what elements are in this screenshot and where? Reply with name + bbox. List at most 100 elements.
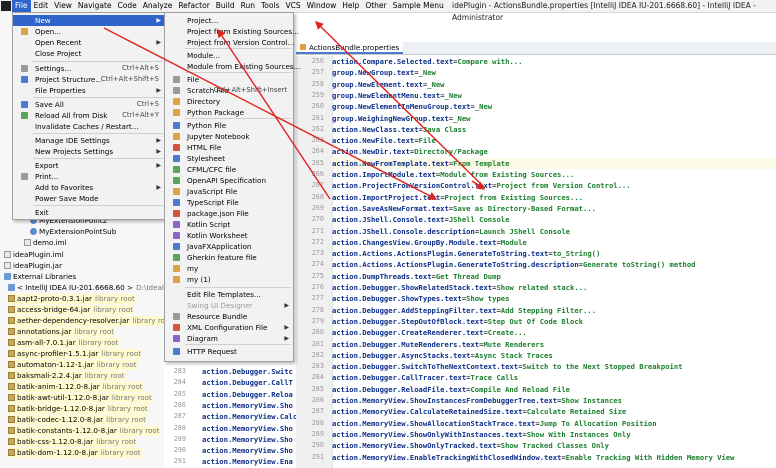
menu-item-python-package[interactable]: Python Package bbox=[165, 107, 293, 118]
tree-item[interactable]: ideaPlugin.jar bbox=[4, 261, 65, 271]
menu-item-typescript-file[interactable]: TypeScript File bbox=[165, 197, 293, 208]
tree-item[interactable]: baksmali-2.2.4.jar library root bbox=[8, 371, 125, 381]
code-line[interactable]: action.Compare.Selected.text=Compare wit… bbox=[332, 56, 776, 67]
menu-item-power-save-mode[interactable]: Power Save Mode bbox=[13, 193, 165, 204]
menu-item-openapi-specification[interactable]: OpenAPI Specification bbox=[165, 175, 293, 186]
code-line[interactable]: action.NewFromTemplate.text=From Templat… bbox=[332, 157, 776, 169]
code-line[interactable]: action.Debugger.Reloa bbox=[202, 389, 296, 400]
menu-item-reload-all-from-disk[interactable]: Reload All from Disk Ctrl+Alt+Y bbox=[13, 110, 165, 121]
menu-edit[interactable]: Edit bbox=[31, 0, 52, 12]
tree-item[interactable]: batik-css-1.12.0-8.jar library root bbox=[8, 437, 137, 447]
tree-item[interactable]: automaton-1.12-1.jar library root bbox=[8, 360, 137, 370]
code-line[interactable]: group.WeighingNewGroup.text=_New bbox=[332, 113, 776, 124]
tree-item[interactable]: asm-all-7.0.1.jar library root bbox=[8, 338, 119, 348]
menu-other[interactable]: Other bbox=[362, 0, 389, 12]
menu-refactor[interactable]: Refactor bbox=[175, 0, 212, 12]
menu-item-directory[interactable]: Directory bbox=[165, 96, 293, 107]
menu-item-kotlin-script[interactable]: Kotlin Script bbox=[165, 219, 293, 230]
tree-item[interactable]: aapt2-proto-0.3.1.jar library root bbox=[8, 294, 135, 304]
code-line[interactable]: group.NewElementInMenuGroup.text=_New bbox=[332, 101, 776, 112]
code-line[interactable]: group.NewElement.text=_New bbox=[332, 79, 776, 90]
menu-item-open[interactable]: Open... bbox=[13, 26, 165, 37]
code-line[interactable]: action.ImportProject.text=Project from E… bbox=[332, 192, 776, 203]
code-line[interactable]: action.ChangesView.GroupBy.Module.text=M… bbox=[332, 237, 776, 248]
menu-item-project-from-version-control[interactable]: Project from Version Control... bbox=[165, 37, 294, 48]
menu-build[interactable]: Build bbox=[213, 0, 238, 12]
menu-item-module-from-existing-sources[interactable]: Module from Existing Sources... bbox=[165, 61, 300, 72]
code-line[interactable]: action.Debugger.CallT bbox=[202, 377, 296, 388]
code-line[interactable]: action.Debugger.ShowTypes.text=Show type… bbox=[332, 293, 776, 304]
code-line[interactable]: action.JShell.Console.description=Launch… bbox=[332, 226, 776, 237]
menu-item-new-projects-settings[interactable]: New Projects Settings ▶ bbox=[13, 146, 165, 157]
menu-item-project-from-existing-sources[interactable]: Project from Existing Sources... bbox=[165, 26, 299, 37]
menu-item-javascript-file[interactable]: JavaScript File bbox=[165, 186, 293, 197]
tree-item[interactable]: < IntelliJ IDEA IU-201.6668.60 > D:\IdeaI… bbox=[8, 283, 164, 293]
menu-item-module[interactable]: Module... bbox=[165, 50, 293, 61]
code-line[interactable]: action.MemoryView.Sho bbox=[202, 400, 296, 411]
menu-item-print[interactable]: Print... bbox=[13, 171, 165, 182]
menu-item-my[interactable]: my bbox=[165, 263, 293, 274]
menu-help[interactable]: Help bbox=[339, 0, 362, 12]
menu-item-gherkin-feature-file[interactable]: Gherkin feature file bbox=[165, 252, 293, 263]
menu-item-swing-ui-designer[interactable]: Swing UI Designer ▶ bbox=[165, 300, 293, 311]
code-line[interactable]: action.Debugger.AddSteppingFilter.text=A… bbox=[332, 305, 776, 316]
menu-item-edit-file-templates[interactable]: Edit File Templates... bbox=[165, 289, 293, 300]
tree-item[interactable]: aether-dependency-resolver.jar library ro… bbox=[8, 316, 164, 326]
menu-window[interactable]: Window bbox=[304, 0, 340, 12]
menu-tools[interactable]: Tools bbox=[258, 0, 282, 12]
menu-item-project-structure[interactable]: Project Structure... Ctrl+Alt+Shift+S bbox=[13, 74, 165, 85]
menu-item-stylesheet[interactable]: Stylesheet bbox=[165, 153, 293, 164]
code-line[interactable]: group.NewElementMenu.text=_New bbox=[332, 90, 776, 101]
tree-item[interactable]: batik-codec-1.12.0-8.jar library root bbox=[8, 415, 146, 425]
code-line[interactable]: action.ImportModule.text=Module from Exi… bbox=[332, 169, 776, 180]
menu-item-file-properties[interactable]: File Properties ▶ bbox=[13, 85, 165, 96]
code-line[interactable]: action.MemoryView.Calcula bbox=[202, 411, 296, 422]
menu-item-http-request[interactable]: HTTP Request bbox=[165, 346, 293, 357]
code-line[interactable]: action.Debugger.MuteRenderers.text=Mute … bbox=[332, 339, 776, 350]
menu-item-open-recent[interactable]: Open Recent ▶ bbox=[13, 37, 165, 48]
code-line[interactable]: action.Debugger.Switc bbox=[202, 366, 296, 377]
code-line[interactable]: action.MemoryView.ShowAllocationStackTra… bbox=[332, 418, 776, 429]
code-line[interactable]: action.Debugger.ReloadFile.text=Compile … bbox=[332, 384, 776, 395]
code-line[interactable]: action.SaveAsNewFormat.text=Save as Dire… bbox=[332, 203, 776, 214]
menu-view[interactable]: View bbox=[51, 0, 75, 12]
menu-item-close-project[interactable]: Close Project bbox=[13, 48, 165, 59]
menu-item-cfml-cfc-file[interactable]: CFML/CFC file bbox=[165, 164, 293, 175]
tree-item[interactable]: batik-bridge-1.12.0-8.jar library root bbox=[8, 404, 148, 414]
menu-item-export[interactable]: Export ▶ bbox=[13, 160, 165, 171]
code-line[interactable]: action.Actions.ActionsPlugin.GenerateToS… bbox=[332, 248, 776, 259]
code-line[interactable]: action.MemoryView.ShowOnlyWithInstances.… bbox=[332, 429, 776, 440]
menu-item-jupyter-notebook[interactable]: Jupyter Notebook bbox=[165, 131, 293, 142]
menu-item-exit[interactable]: Exit bbox=[13, 207, 165, 218]
code-editor[interactable]: action.Compare.Selected.text=Compare wit… bbox=[332, 56, 776, 468]
tree-item[interactable]: batik-awt-util-1.12.0-8.jar library root bbox=[8, 393, 152, 403]
menu-run[interactable]: Run bbox=[238, 0, 258, 12]
menu-sample-menu[interactable]: Sample Menu bbox=[390, 0, 447, 12]
menu-item-kotlin-worksheet[interactable]: Kotlin Worksheet bbox=[165, 230, 293, 241]
menu-item-python-file[interactable]: Python File bbox=[165, 120, 293, 131]
code-line[interactable]: action.Debugger.AsyncStacks.text=Async S… bbox=[332, 350, 776, 361]
menu-code[interactable]: Code bbox=[115, 0, 140, 12]
code-line[interactable]: action.MemoryView.EnableTrackingWithClos… bbox=[332, 452, 776, 463]
menu-item-xml-configuration-file[interactable]: XML Configuration File ▶ bbox=[165, 322, 293, 333]
tree-item[interactable]: async-profiler-1.5.1.jar library root bbox=[8, 349, 142, 359]
menu-item-save-all[interactable]: Save All Ctrl+S bbox=[13, 99, 165, 110]
menu-item-scratch-file[interactable]: Scratch File Ctrl+Alt+Shift+Insert bbox=[165, 85, 293, 96]
menu-analyze[interactable]: Analyze bbox=[140, 0, 176, 12]
code-line[interactable]: action.Debugger.CreateRenderer.text=Crea… bbox=[332, 327, 776, 338]
menu-item-html-file[interactable]: HTML File bbox=[165, 142, 293, 153]
code-line[interactable]: action.DumpThreads.text=Get Thread Dump bbox=[332, 271, 776, 282]
code-line[interactable]: action.ProjectFromVersionControl.text=Pr… bbox=[332, 180, 776, 191]
menu-item-settings[interactable]: Settings... Ctrl+Alt+S bbox=[13, 63, 165, 74]
code-line[interactable]: action.NewFile.text=File bbox=[332, 135, 776, 146]
menu-item-resource-bundle[interactable]: Resource Bundle bbox=[165, 311, 293, 322]
menu-item-package-json-file[interactable]: package.json File bbox=[165, 208, 293, 219]
tab-actions-bundle[interactable]: ActionsBundle.properties bbox=[296, 42, 404, 54]
tree-item[interactable]: demo.iml bbox=[24, 238, 70, 248]
menu-item-diagram[interactable]: Diagram ▶ bbox=[165, 333, 293, 344]
code-line[interactable]: action.MemoryView.Sho bbox=[202, 423, 296, 434]
tree-item[interactable]: batik-anim-1.12.0-8.jar library root bbox=[8, 382, 143, 392]
code-line[interactable]: action.NewClass.text=Java Class bbox=[332, 124, 776, 135]
code-line[interactable]: action.MemoryView.Ena bbox=[202, 456, 296, 467]
menu-item-javafxapplication[interactable]: JavaFXApplication bbox=[165, 241, 293, 252]
